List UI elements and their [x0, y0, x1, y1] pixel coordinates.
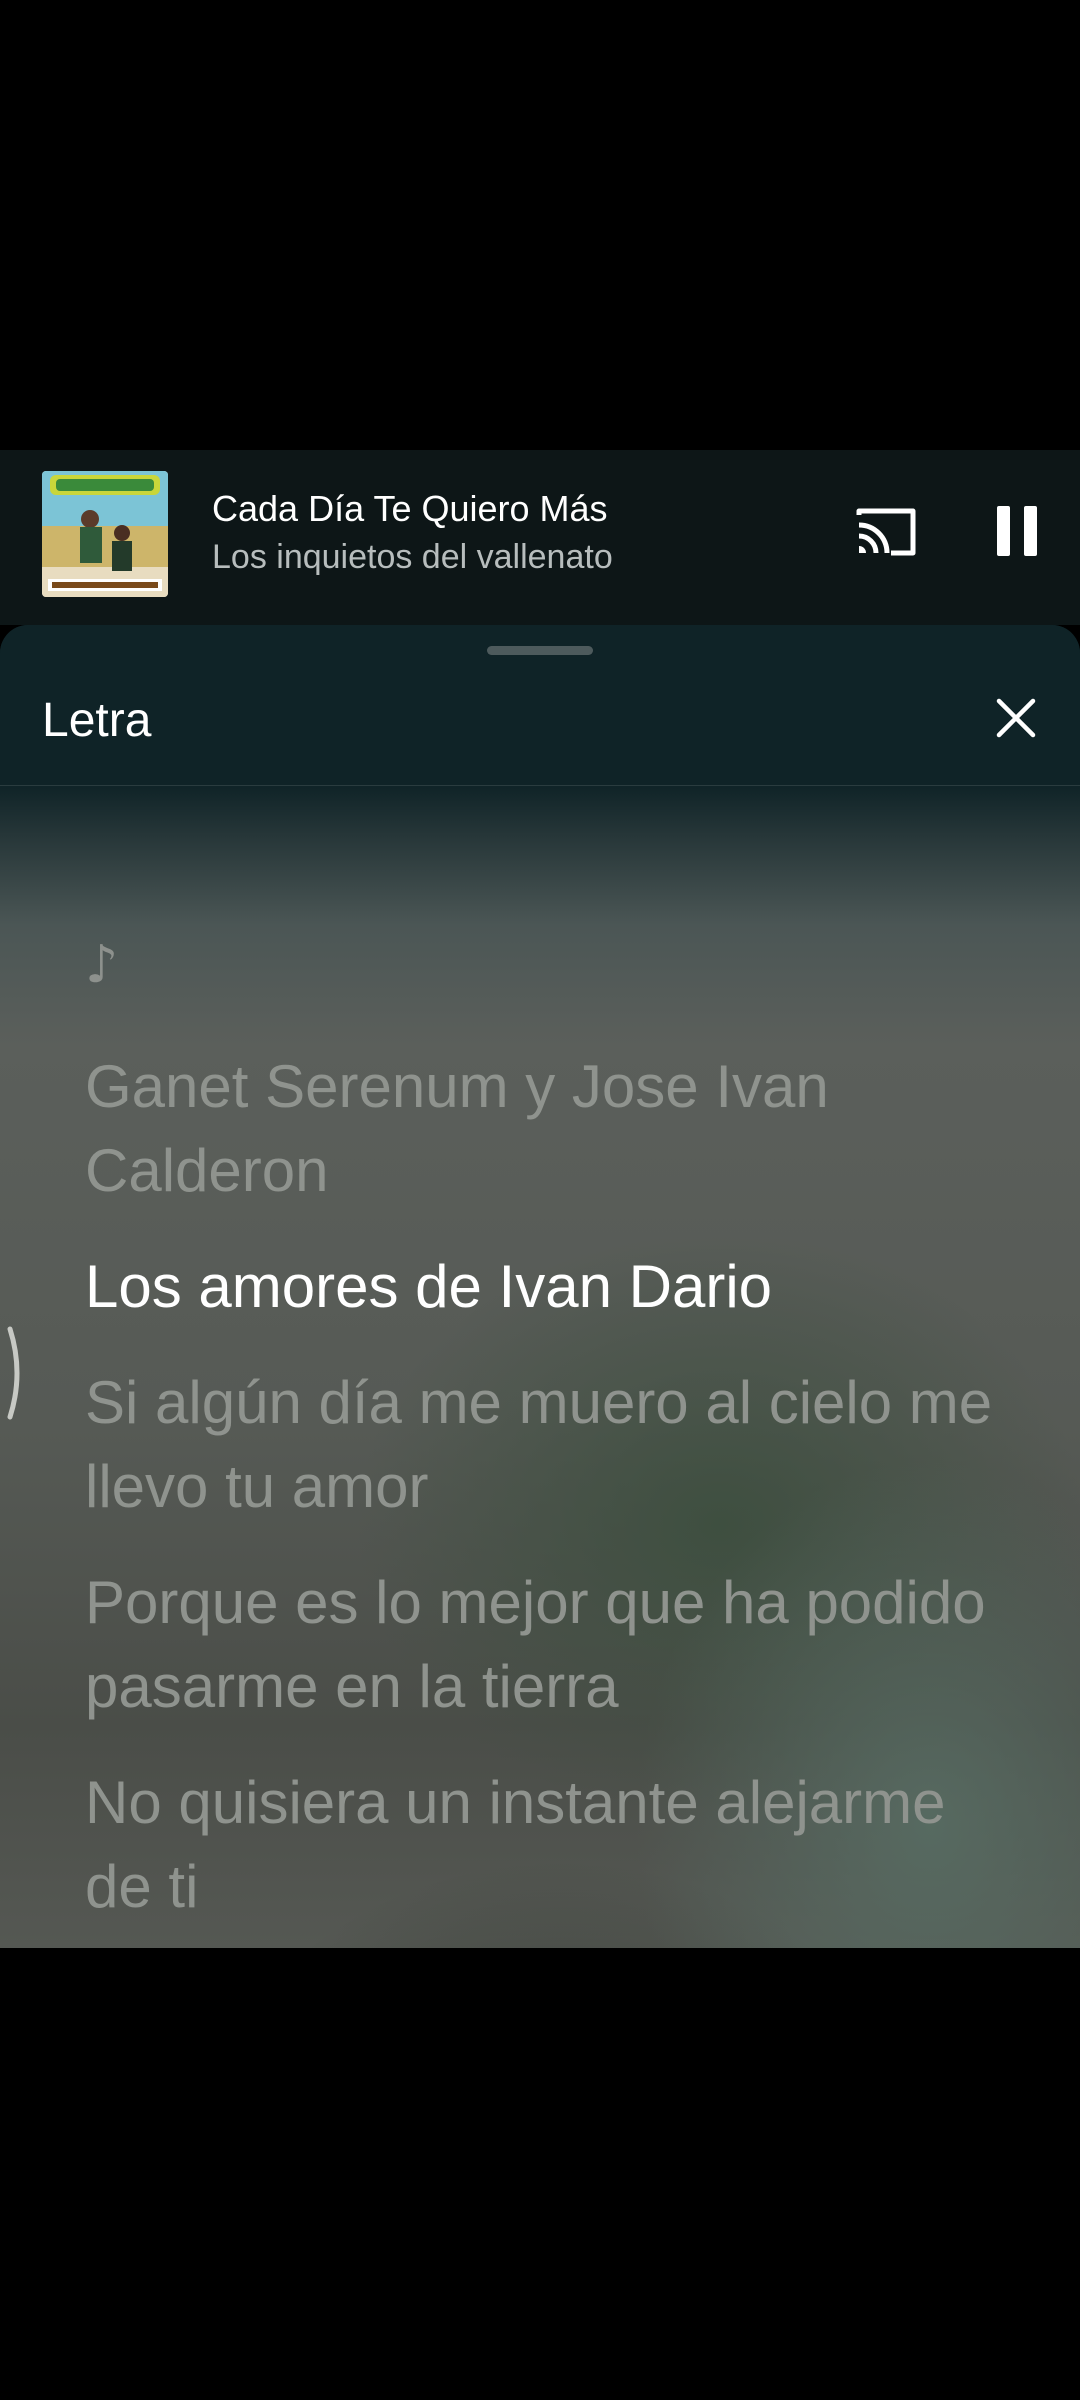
track-artist[interactable]: Los inquietos del vallenato — [212, 538, 613, 577]
lyrics-sheet: Letra ♪ Ganet Serenum y Jose Ivan Calder… — [0, 625, 1080, 1948]
scroll-edge-mark — [6, 1325, 26, 1421]
mini-player[interactable]: Cada Día Te Quiero Más Los inquietos del… — [0, 450, 1080, 625]
lyric-line[interactable]: No quisiera un instante alejarme de ti — [85, 1761, 1015, 1929]
pause-icon — [997, 505, 1037, 561]
album-cover[interactable] — [42, 471, 168, 597]
pause-button[interactable] — [985, 495, 1049, 571]
lyrics-header: Letra — [0, 625, 1080, 786]
close-icon — [996, 698, 1036, 743]
lyric-line[interactable]: Si algún día me muero al cielo me llevo … — [85, 1361, 1015, 1529]
close-button[interactable] — [990, 694, 1042, 746]
lyrics-list[interactable]: ♪ Ganet Serenum y Jose Ivan Calderon Los… — [85, 935, 1015, 1948]
music-note-icon: ♪ — [85, 935, 119, 995]
lyrics-title: Letra — [42, 694, 152, 747]
track-title[interactable]: Cada Día Te Quiero Más — [212, 488, 608, 530]
screen: Cada Día Te Quiero Más Los inquietos del… — [0, 0, 1080, 2400]
lyric-line-active[interactable]: Los amores de Ivan Dario — [85, 1245, 1015, 1329]
lyric-line[interactable]: Porque es lo mejor que ha podido pasarme… — [85, 1561, 1015, 1729]
cast-icon — [855, 507, 917, 562]
lyric-line[interactable]: Ganet Serenum y Jose Ivan Calderon — [85, 1045, 1015, 1213]
cast-button[interactable] — [852, 500, 920, 568]
drag-handle[interactable] — [487, 646, 593, 655]
